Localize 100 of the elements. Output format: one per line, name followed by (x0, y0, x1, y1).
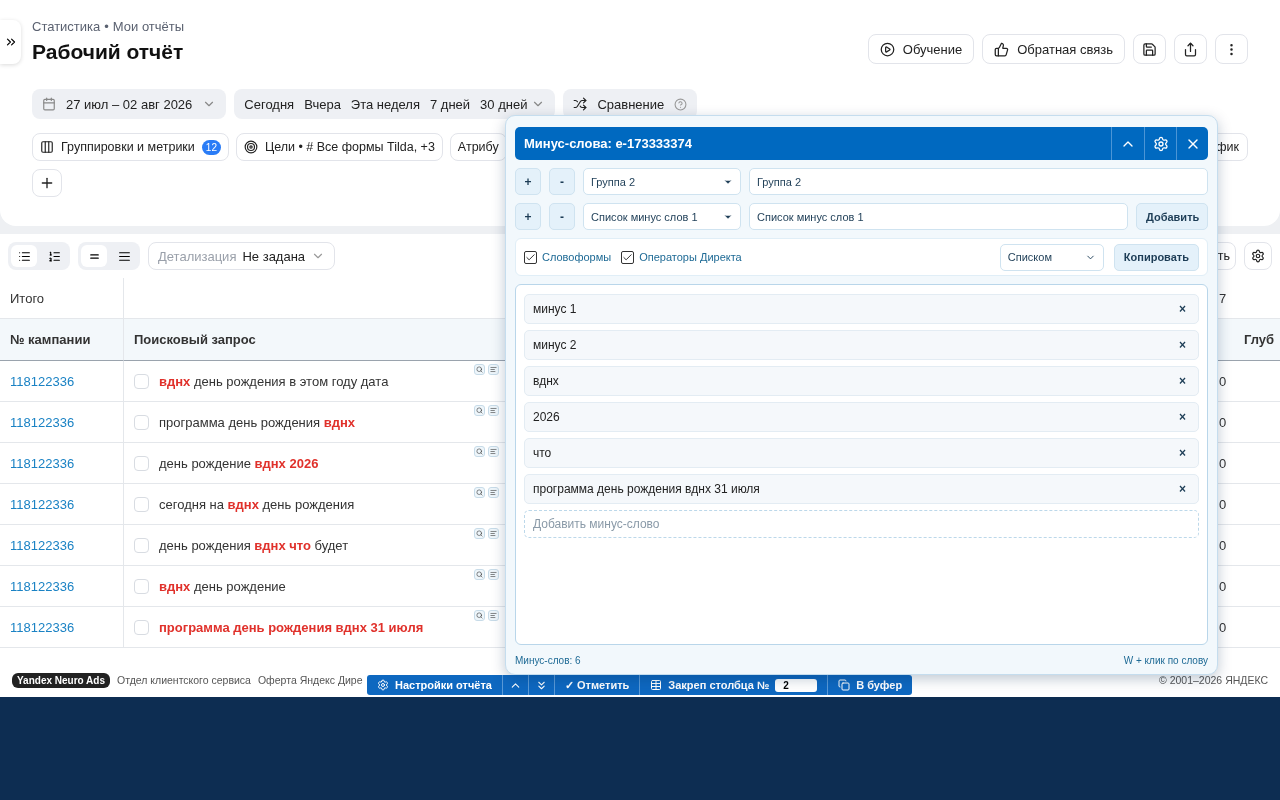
keyword-text: вднх (533, 374, 559, 388)
keyword-chip[interactable]: минус 2 × (524, 330, 1199, 360)
filter-chip[interactable]: Цели • # Все формы Tilda, +3 (235, 133, 443, 161)
add-list-button[interactable]: + (515, 203, 541, 230)
more-button[interactable] (1215, 34, 1248, 64)
format-select[interactable]: Списком (999, 243, 1104, 271)
text-icon[interactable] (488, 569, 499, 580)
period-option[interactable]: Эта неделя (350, 96, 420, 112)
row-checkbox[interactable] (134, 537, 149, 553)
footer-link[interactable]: Отдел клиентского сервиса (117, 674, 251, 686)
row-checkbox[interactable] (134, 455, 149, 471)
footer-link[interactable]: Оферта Яндекс Дире (257, 674, 363, 686)
search-icon[interactable] (474, 405, 485, 416)
remove-button[interactable]: × (1175, 302, 1190, 316)
pin-column-field[interactable]: 2 (775, 678, 818, 692)
campaign-link[interactable]: 118122336 (10, 455, 75, 471)
copy-button[interactable]: Копировать (1113, 243, 1199, 271)
search-icon[interactable] (474, 446, 485, 457)
keyword-text: 2026 (533, 410, 560, 424)
add-keyword-field[interactable]: Добавить минус-слово (524, 510, 1199, 538)
keyword-text: программа день рождения вднх 31 июля (533, 482, 760, 496)
campaign-link[interactable]: 118122336 (10, 619, 75, 635)
keyword-chip[interactable]: 2026 × (524, 402, 1199, 432)
copy-to-buffer-button[interactable]: В буфер (828, 675, 913, 695)
add-button[interactable] (32, 169, 62, 197)
feedback-button[interactable]: Обратная связь (982, 34, 1125, 64)
remove-button[interactable]: × (1175, 482, 1190, 496)
shuffle-icon (573, 97, 588, 111)
filter-chip[interactable]: Атрибу (449, 133, 507, 161)
detail-dropdown[interactable]: Детализация Не задана (148, 242, 336, 270)
table-cell: 0 (1219, 537, 1227, 553)
remove-button[interactable]: × (1175, 374, 1190, 388)
campaign-link[interactable]: 118122336 (10, 578, 75, 594)
column-header: Глуб (1234, 319, 1280, 361)
remove-button[interactable]: × (1175, 446, 1190, 460)
keyword-chip[interactable]: программа день рождения вднх 31 июля × (524, 474, 1199, 504)
checkbox[interactable] (524, 250, 537, 264)
pin-column-label: Закреп столбца № (668, 679, 770, 691)
group-select[interactable]: Группа 2 (583, 168, 741, 195)
count-badge: 12 (201, 139, 221, 155)
period-option[interactable]: Сегодня (244, 96, 295, 112)
campaign-link[interactable]: 118122336 (10, 373, 75, 389)
list-select[interactable]: Список минус слов 1 (583, 203, 741, 230)
search-icon[interactable] (474, 528, 485, 539)
period-option[interactable]: 30 дней (480, 96, 546, 112)
row-checkbox[interactable] (134, 619, 149, 635)
tutorial-button[interactable]: Обучение (867, 34, 975, 64)
add-button[interactable]: Добавить (1136, 203, 1208, 230)
search-icon[interactable] (474, 364, 485, 375)
list-name-field[interactable]: Список минус слов 1 (749, 203, 1128, 230)
remove-button[interactable]: × (1175, 410, 1190, 424)
keyword-text: минус 1 (533, 302, 577, 316)
keyword-chip[interactable]: что × (524, 438, 1199, 468)
keyword-chip[interactable]: минус 1 × (524, 294, 1199, 324)
brand-badge[interactable]: Yandex Neuro Ads (12, 672, 110, 688)
add-group-button[interactable]: + (515, 168, 541, 195)
text-icon[interactable] (488, 446, 499, 457)
row-checkbox[interactable] (134, 414, 149, 430)
breadcrumb-link[interactable]: Мои отчёты (112, 19, 185, 34)
keyword-chip[interactable]: вднх × (524, 366, 1199, 396)
columns-icon (40, 140, 54, 154)
search-icon[interactable] (474, 487, 485, 498)
compact-rows-button[interactable] (81, 245, 107, 267)
table-cell: 0 (1219, 373, 1227, 389)
checkbox-label: Словоформы (542, 251, 612, 263)
campaign-link[interactable]: 118122336 (10, 414, 75, 430)
save-button[interactable] (1133, 34, 1166, 64)
filter-chip[interactable]: Группировки и метрики 12 (32, 133, 229, 161)
table-icon (650, 679, 663, 691)
export-button[interactable] (1174, 34, 1207, 64)
report-settings-button[interactable]: Настройки отчёта (367, 675, 503, 695)
checkbox-label: Операторы Директа (639, 251, 742, 263)
text-icon[interactable] (488, 487, 499, 498)
search-icon[interactable] (474, 569, 485, 580)
group-name-field[interactable]: Группа 2 (749, 168, 1208, 195)
period-option[interactable]: 7 дней (430, 96, 471, 112)
thumbs-up-icon (994, 41, 1010, 57)
text-icon[interactable] (488, 610, 499, 621)
list-view-button[interactable] (11, 245, 37, 267)
remove-list-button[interactable]: - (549, 203, 575, 230)
row-checkbox[interactable] (134, 496, 149, 512)
campaign-link[interactable]: 118122336 (10, 537, 75, 553)
remove-button[interactable]: × (1175, 338, 1190, 352)
date-range-picker[interactable]: 27 июл – 02 авг 2026 (32, 89, 227, 119)
text-icon[interactable] (488, 364, 499, 375)
row-checkbox[interactable] (134, 578, 149, 594)
remove-group-button[interactable]: - (549, 168, 575, 195)
text-icon[interactable] (488, 405, 499, 416)
checkbox[interactable] (621, 250, 635, 264)
query-text: программа день рождения вднх 31 июля (159, 619, 424, 635)
period-option[interactable]: Вчера (304, 96, 341, 112)
text-icon[interactable] (488, 528, 499, 539)
row-checkbox[interactable] (134, 373, 149, 389)
expand-sidebar-button[interactable] (0, 20, 21, 64)
gear-icon (1152, 135, 1169, 152)
breadcrumb-link[interactable]: Статистика (32, 19, 101, 34)
table-cell: 0 (1219, 496, 1227, 512)
play-icon (879, 41, 895, 57)
campaign-link[interactable]: 118122336 (10, 496, 75, 512)
search-icon[interactable] (474, 610, 485, 621)
